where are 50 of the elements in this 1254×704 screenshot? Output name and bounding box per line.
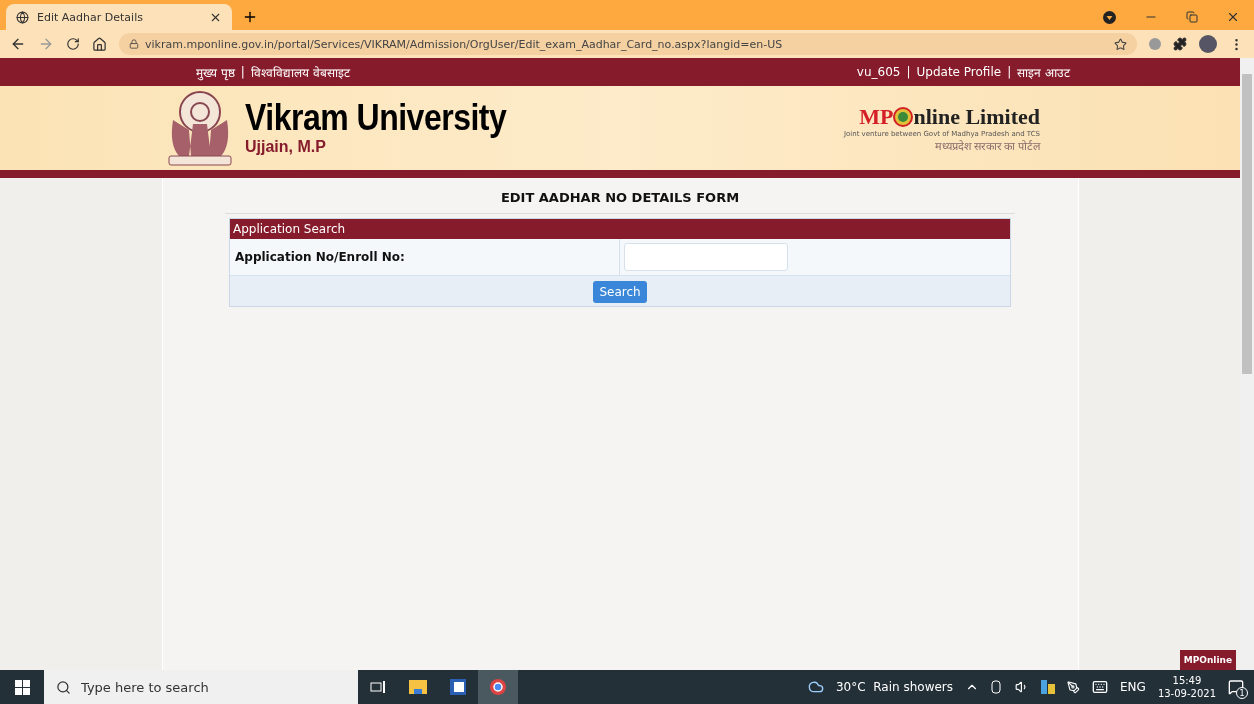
- nav-link[interactable]: Update Profile: [916, 65, 1002, 79]
- lock-icon: [129, 39, 139, 49]
- weather-text[interactable]: 30°C Rain showers: [835, 680, 953, 694]
- avatar-icon[interactable]: [1199, 35, 1217, 53]
- input-field[interactable]: [624, 243, 788, 271]
- nav-link[interactable]: मुख्य पृष्ठ: [196, 63, 235, 81]
- corner-badge[interactable]: MPOnline: [1179, 650, 1236, 670]
- star-icon[interactable]: [1114, 37, 1127, 51]
- scrollbar-thumb[interactable]: [1242, 74, 1252, 374]
- extensions-icon[interactable]: [1173, 37, 1187, 51]
- section-header: Application Search: [230, 219, 1010, 239]
- back-icon[interactable]: [10, 36, 26, 52]
- separator: |: [906, 65, 911, 79]
- nav-link[interactable]: साइन आउट: [1017, 63, 1070, 81]
- home-icon[interactable]: [92, 36, 107, 52]
- close-icon[interactable]: [1226, 10, 1240, 24]
- address-bar[interactable]: vikram.mponline.gov.in/portal/Services/VIKRAM/Admission/OrgUser/Edit_exam_Aadhar_Card_no.aspx?langid=en-US: [119, 33, 1137, 55]
- browser-tab[interactable]: Edit Aadhar Details: [6, 4, 232, 30]
- username-link[interactable]: vu_605: [856, 65, 901, 79]
- cloud-icon: [807, 679, 824, 695]
- logo-letters: MP: [859, 103, 894, 130]
- keyboard-icon[interactable]: [1092, 679, 1108, 695]
- globe-icon: [16, 10, 29, 24]
- separator: |: [1007, 65, 1012, 79]
- search-icon: [56, 679, 71, 695]
- search-button[interactable]: Search: [593, 281, 647, 303]
- taskbar-search[interactable]: Type here to search: [44, 670, 358, 704]
- reload-icon[interactable]: [66, 37, 80, 51]
- url-text: vikram.mponline.gov.in/portal/Services/VIKRAM/Admission/OrgUser/Edit_exam_Aadhar_Card_no.aspx?langid=en-US: [145, 37, 784, 51]
- windows-icon: [14, 679, 30, 695]
- pen-icon[interactable]: [1067, 680, 1080, 694]
- logo-subtitle: मध्यप्रदेश सरकार का पोर्टल: [934, 138, 1040, 153]
- clock[interactable]: 15:49 13-09-2021: [1157, 674, 1216, 700]
- browser-app-icon[interactable]: [478, 670, 518, 704]
- language-indicator[interactable]: ENG: [1120, 680, 1146, 694]
- restore-icon[interactable]: [1186, 11, 1198, 23]
- taskbar-search-field[interactable]: Type here to search: [79, 678, 346, 696]
- university-name: Vikram University: [245, 98, 507, 136]
- separator: |: [240, 65, 245, 79]
- logo-text: nline Limited: [913, 103, 1040, 130]
- camera-icon[interactable]: [991, 680, 1003, 694]
- nav-link[interactable]: विश्वविद्यालय वेबसाइट: [250, 63, 350, 81]
- logo-globe-icon: [893, 106, 914, 127]
- app-tray-icon[interactable]: [1041, 680, 1055, 694]
- university-city: Ujjain, M.P: [245, 139, 327, 155]
- field-label: Application No/Enroll No:: [230, 239, 620, 275]
- new-tab-icon[interactable]: [242, 9, 258, 25]
- dropdown-icon[interactable]: [1103, 10, 1116, 24]
- tab-title: Edit Aadhar Details: [37, 10, 144, 24]
- form-title: EDIT AADHAR NO DETAILS FORM: [225, 190, 1015, 214]
